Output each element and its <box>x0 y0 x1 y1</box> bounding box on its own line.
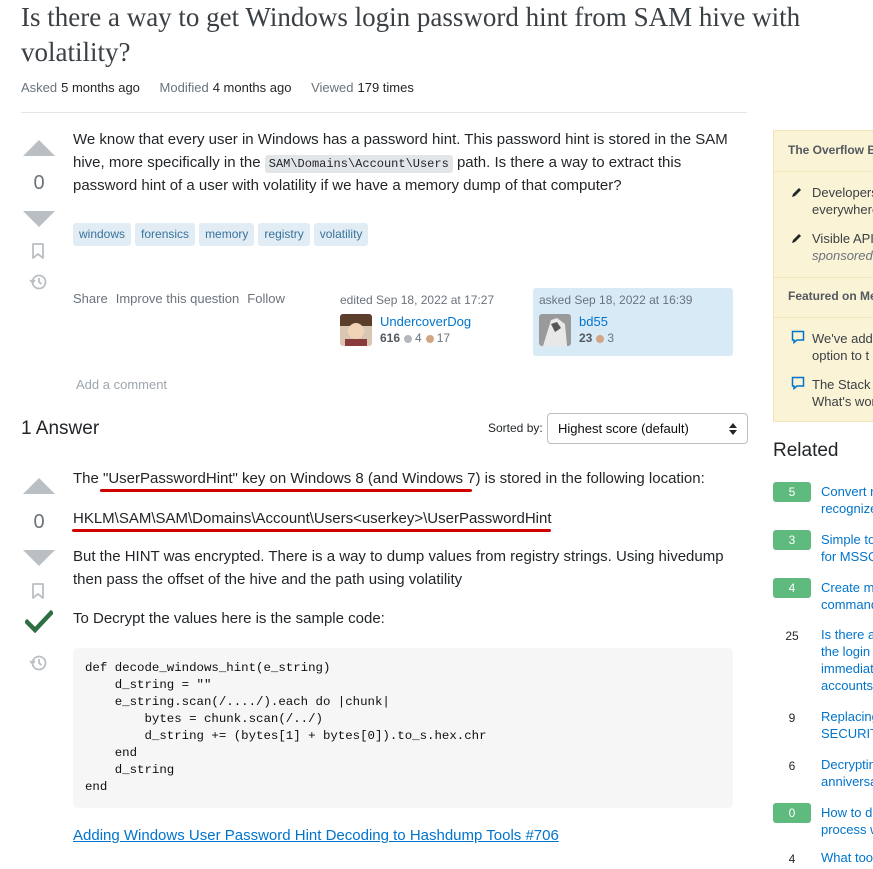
owner-bronze-count: 3 <box>607 331 615 345</box>
related-link[interactable]: ReplacingSECURITY <box>821 708 873 742</box>
history-icon[interactable] <box>29 273 47 291</box>
related-link[interactable]: Is there a the login immediat accounts. <box>821 626 873 694</box>
accepted-checkmark-icon <box>25 610 53 634</box>
question-vote-count: 0 <box>33 172 45 194</box>
related-score[interactable]: 0 <box>773 803 811 823</box>
blog-item-2[interactable]: Visible APIssponsored p <box>812 230 873 264</box>
tag-forensics[interactable]: forensics <box>135 223 196 246</box>
question-title[interactable]: Is there a way to get Windows login pass… <box>21 0 871 70</box>
pencil-icon <box>792 188 801 197</box>
answers-count-header: 1 Answer <box>21 418 100 439</box>
pencil-icon <box>792 234 801 243</box>
asked-label: Asked <box>21 80 58 95</box>
answer-line-1: The "UserPasswordHint" key on Windows 8 … <box>73 470 705 487</box>
answer-upvote-button[interactable] <box>23 478 55 494</box>
silver-badge-icon <box>404 334 413 343</box>
sort-select[interactable]: Highest score (default) <box>547 413 748 444</box>
related-link[interactable]: What too <box>821 849 873 866</box>
asked-value: 5 months ago <box>61 80 140 95</box>
upvote-button[interactable] <box>23 140 55 156</box>
related-header: Related <box>773 440 839 461</box>
question-body-code: SAM\Domains\Account\Users <box>264 154 453 173</box>
editor-username[interactable]: UndercoverDog <box>380 314 471 329</box>
sidebar-blog-widget: The Overflow B Developers everywhere Visi… <box>773 130 873 422</box>
meta-header: Featured on Me <box>788 289 873 303</box>
question-meta: Asked 5 months ago Modified 4 months ago V… <box>21 80 430 95</box>
code-block: def decode_windows_hint(e_string) d_stri… <box>73 648 733 808</box>
editor-silver-count: 4 <box>415 331 422 345</box>
owner-username[interactable]: bd55 <box>579 314 608 329</box>
related-score[interactable]: 4 <box>773 848 811 868</box>
viewed-value: 179 times <box>357 80 414 95</box>
downvote-button[interactable] <box>23 211 55 227</box>
answer-downvote-button[interactable] <box>23 550 55 566</box>
sort-label: Sorted by: <box>488 421 543 435</box>
question-body: We know that every user in Windows has a… <box>73 129 738 198</box>
tag-volatility[interactable]: volatility <box>313 223 369 246</box>
history-icon[interactable] <box>29 654 47 672</box>
related-score[interactable]: 5 <box>773 482 811 502</box>
editor-signature: edited Sep 18, 2022 at 17:27 UndercoverD… <box>340 293 494 348</box>
related-link[interactable]: Decryptin anniversa <box>821 756 873 790</box>
red-underline-annotation <box>100 489 472 492</box>
add-comment-link[interactable]: Add a comment <box>76 377 167 392</box>
asked-time: asked Sep 18, 2022 at 16:39 <box>539 293 693 307</box>
tag-list: windows forensics memory registry volatility <box>73 223 372 246</box>
related-score[interactable]: 4 <box>773 578 811 598</box>
bronze-badge-icon <box>425 334 434 343</box>
owner-reputation: 23 <box>579 331 593 345</box>
related-link[interactable]: How to dprocess w <box>821 804 873 838</box>
related-link[interactable]: Create m command <box>821 579 873 613</box>
blog-header: The Overflow B <box>788 143 873 157</box>
answer-paragraph-2: But the HINT was encrypted. There is a w… <box>73 548 724 588</box>
editor-bronze-count: 17 <box>436 331 451 345</box>
meta-item-2[interactable]: The Stack EWhat's wor <box>812 376 873 410</box>
answer-registry-path: HKLM\SAM\SAM\Domains\Account\Users<userk… <box>73 510 552 527</box>
tag-memory[interactable]: memory <box>199 223 255 246</box>
owner-signature: asked Sep 18, 2022 at 16:39 bd55 23 3 <box>533 288 733 356</box>
bookmark-icon[interactable] <box>31 243 45 260</box>
related-score[interactable]: 3 <box>773 530 811 550</box>
related-score[interactable]: 25 <box>773 625 811 645</box>
share-link[interactable]: Share <box>73 291 108 306</box>
edited-time[interactable]: edited Sep 18, 2022 at 17:27 <box>340 293 494 307</box>
avatar[interactable] <box>340 314 372 346</box>
blog-item-1[interactable]: Developers everywhere <box>812 184 873 218</box>
sort-chevron-icon <box>729 423 737 435</box>
avatar[interactable] <box>539 314 571 346</box>
sort-select-value: Highest score (default) <box>558 421 689 436</box>
bookmark-icon[interactable] <box>31 583 45 600</box>
tag-windows[interactable]: windows <box>73 223 132 246</box>
chat-bubble-icon <box>791 330 805 344</box>
related-link[interactable]: Convert r recognize <box>821 483 873 517</box>
editor-reputation: 616 <box>380 331 401 345</box>
title-divider <box>21 112 747 113</box>
improve-question-link[interactable]: Improve this question <box>116 291 240 306</box>
related-link[interactable]: Simple to for MSSQ <box>821 531 873 565</box>
follow-link[interactable]: Follow <box>247 291 285 306</box>
bronze-badge-icon <box>596 334 605 343</box>
tag-registry[interactable]: registry <box>258 223 310 246</box>
modified-value[interactable]: 4 months ago <box>213 80 292 95</box>
red-underline-annotation <box>72 529 551 532</box>
related-score[interactable]: 6 <box>773 755 811 775</box>
meta-item-1[interactable]: We've addeoption to t <box>812 330 873 364</box>
chat-bubble-icon <box>791 376 805 390</box>
modified-label: Modified <box>159 80 209 95</box>
related-score[interactable]: 9 <box>773 707 811 727</box>
viewed-label: Viewed <box>311 80 354 95</box>
answer-reference-link[interactable]: Adding Windows User Password Hint Decodi… <box>73 827 559 844</box>
answer-vote-count: 0 <box>33 511 45 533</box>
answer-paragraph-3: To Decrypt the values here is the sample… <box>73 610 385 627</box>
post-menu: Share Improve this question Follow <box>73 291 293 306</box>
